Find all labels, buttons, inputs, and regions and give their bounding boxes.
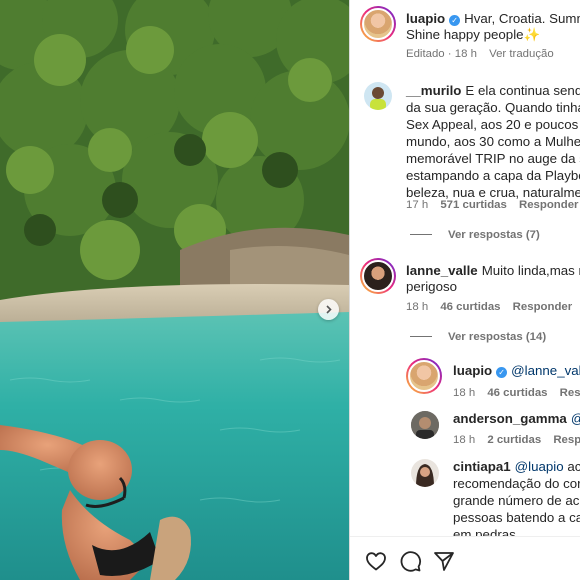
reply-button[interactable]: Respon	[553, 434, 580, 446]
verified-badge-icon: ✓	[449, 15, 461, 26]
comment-text-line: perigoso	[406, 279, 458, 294]
reply-text-line: recomendação do corp	[453, 476, 580, 491]
reply-button[interactable]: Responder	[513, 301, 573, 313]
commenter-avatar[interactable]	[360, 258, 396, 294]
comment-text: E ela continua sendo u	[465, 83, 580, 98]
comment-likes[interactable]: 46 curtidas	[440, 301, 500, 313]
post-image	[0, 0, 349, 580]
comment-user[interactable]: __murilo	[406, 83, 461, 98]
comment-likes[interactable]: 571 curtidas	[440, 199, 506, 211]
caption-author[interactable]: luapio	[406, 11, 445, 26]
verified-badge-icon: ✓	[496, 367, 508, 378]
caption-text: Hvar, Croatia. Summe	[464, 11, 580, 26]
comment-meta: 17 h 571 curtidas Responder V	[406, 198, 580, 212]
see-translation-link[interactable]: Ver tradução	[489, 48, 554, 60]
reply-meta: 18 h 2 curtidas Respon	[453, 433, 580, 447]
reply-avatar[interactable]	[411, 459, 439, 487]
reply-mention[interactable]: @lanne_valle	[511, 363, 580, 378]
reply-user[interactable]: luapio	[453, 363, 492, 378]
author-avatar[interactable]	[360, 6, 396, 42]
view-replies-button[interactable]: Ver respostas (14)	[410, 331, 546, 343]
reply-likes[interactable]: 2 curtidas	[487, 434, 541, 446]
reply-mention[interactable]: @lu	[571, 411, 580, 426]
chevron-right-icon	[324, 305, 333, 314]
reply-time: 18 h	[453, 434, 476, 446]
comment-text-line: Sex Appeal, aos 20 e poucos co	[406, 117, 580, 132]
view-replies-label[interactable]: Ver respostas (14)	[448, 331, 546, 343]
reply-text: acho	[567, 459, 580, 474]
reply-meta: 18 h 46 curtidas Respo	[453, 386, 580, 400]
edited-label: Editado	[406, 48, 445, 60]
reply-avatar[interactable]	[411, 411, 439, 439]
reply-likes[interactable]: 46 curtidas	[487, 387, 547, 399]
action-bar	[350, 536, 580, 580]
view-replies-button[interactable]: Ver respostas (7)	[410, 229, 540, 241]
comments-panel: luapio✓Hvar, Croatia. Summe Shine happy …	[349, 0, 580, 580]
reply-text-line: pessoas batendo a cab	[453, 510, 580, 525]
replies-divider	[410, 336, 432, 338]
comment-meta: 18 h 46 curtidas Responder V	[406, 300, 580, 314]
next-photo-button[interactable]	[318, 299, 339, 320]
reply-user[interactable]: cintiapa1	[453, 459, 511, 474]
caption-time: 18 h	[454, 48, 477, 60]
caption-meta: Editado · 18 h Ver tradução	[406, 48, 554, 60]
reply-button[interactable]: Respo	[560, 387, 580, 399]
share-icon[interactable]	[432, 549, 456, 573]
view-replies-label[interactable]: Ver respostas (7)	[448, 229, 540, 241]
reply-user[interactable]: anderson_gamma	[453, 411, 567, 426]
comment-text: Muito linda,mas não	[481, 263, 580, 278]
reply-avatar[interactable]	[406, 358, 442, 394]
caption-text-line2: Shine happy people✨	[406, 27, 541, 42]
reply-mention[interactable]: @luapio	[515, 459, 564, 474]
comment-text-line: estampando a capa da Playboy,	[406, 168, 580, 183]
comment-text-line: mundo, aos 30 como a Mulher m	[406, 134, 580, 149]
reply-button[interactable]: Responder	[519, 199, 579, 211]
comment-time: 17 h	[406, 199, 429, 211]
commenter-avatar[interactable]	[364, 82, 392, 110]
post-photo	[0, 0, 349, 580]
reply-text-line: grande número de acid	[453, 493, 580, 508]
heart-icon[interactable]	[364, 549, 388, 573]
replies-divider	[410, 234, 432, 236]
comment-text-line: da sua geração. Quando tinha 1	[406, 100, 580, 115]
reply-time: 18 h	[453, 387, 476, 399]
comment-user[interactable]: lanne_valle	[406, 263, 478, 278]
comment-icon[interactable]	[398, 549, 422, 573]
comment-time: 18 h	[406, 301, 429, 313]
comment-text-line: memorável TRIP no auge da sua	[406, 151, 580, 166]
